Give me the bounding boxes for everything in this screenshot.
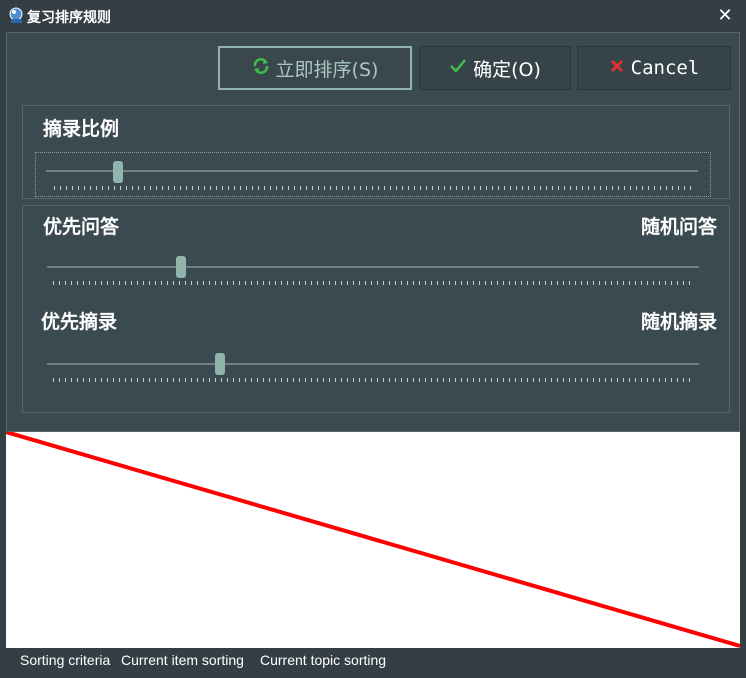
slider-ticks: [53, 281, 695, 285]
tab-sorting-criteria[interactable]: Sorting criteria: [20, 652, 110, 668]
qa-right-label: 随机问答: [640, 216, 717, 238]
tab-current-topic-sorting[interactable]: Current topic sorting: [260, 652, 386, 668]
slider-handle[interactable]: [112, 161, 123, 183]
sort-now-label: 立即排序(S): [275, 58, 379, 81]
extract-ratio-label: 摘录比例: [43, 118, 120, 140]
qa-priority-slider[interactable]: [35, 254, 711, 299]
extract-priority-slider[interactable]: [35, 351, 711, 396]
refresh-icon: [252, 57, 270, 80]
cancel-button[interactable]: Cancel: [577, 46, 731, 90]
tab-current-item-sorting[interactable]: Current item sorting: [121, 652, 244, 668]
extract-ratio-group: 摘录比例: [22, 105, 730, 199]
slider-track: [47, 363, 699, 365]
slider-handle[interactable]: [175, 256, 186, 278]
diagonal-line: [6, 432, 740, 648]
slider-ticks: [53, 378, 695, 382]
dialog-client: 立即排序(S) 确定(O) Cancel 摘录比例 优先问答 随机问答 优先摘录…: [6, 32, 740, 432]
extract-left-label: 优先摘录: [41, 311, 118, 333]
preview-canvas: [6, 432, 740, 648]
slider-handle[interactable]: [214, 353, 225, 375]
title-bar: 复习排序规则 ✕: [0, 0, 746, 32]
extract-right-label: 随机摘录: [640, 311, 717, 333]
slider-track: [46, 170, 698, 172]
status-bar: Sorting criteria Current item sorting Cu…: [0, 648, 746, 678]
slider-ticks: [54, 186, 696, 190]
close-icon[interactable]: ✕: [714, 5, 736, 27]
cancel-label: Cancel: [630, 57, 700, 79]
window-title: 复习排序规则: [27, 10, 111, 26]
sort-now-button[interactable]: 立即排序(S): [218, 46, 412, 90]
app-icon: [8, 7, 25, 24]
x-icon: [609, 58, 625, 79]
check-icon: [449, 57, 467, 80]
priority-group: 优先问答 随机问答 优先摘录 随机摘录: [22, 205, 730, 413]
ok-label: 确定(O): [473, 58, 541, 81]
slider-track: [47, 266, 699, 268]
ok-button[interactable]: 确定(O): [419, 46, 571, 90]
extract-ratio-slider[interactable]: [35, 152, 711, 197]
qa-left-label: 优先问答: [43, 216, 120, 238]
